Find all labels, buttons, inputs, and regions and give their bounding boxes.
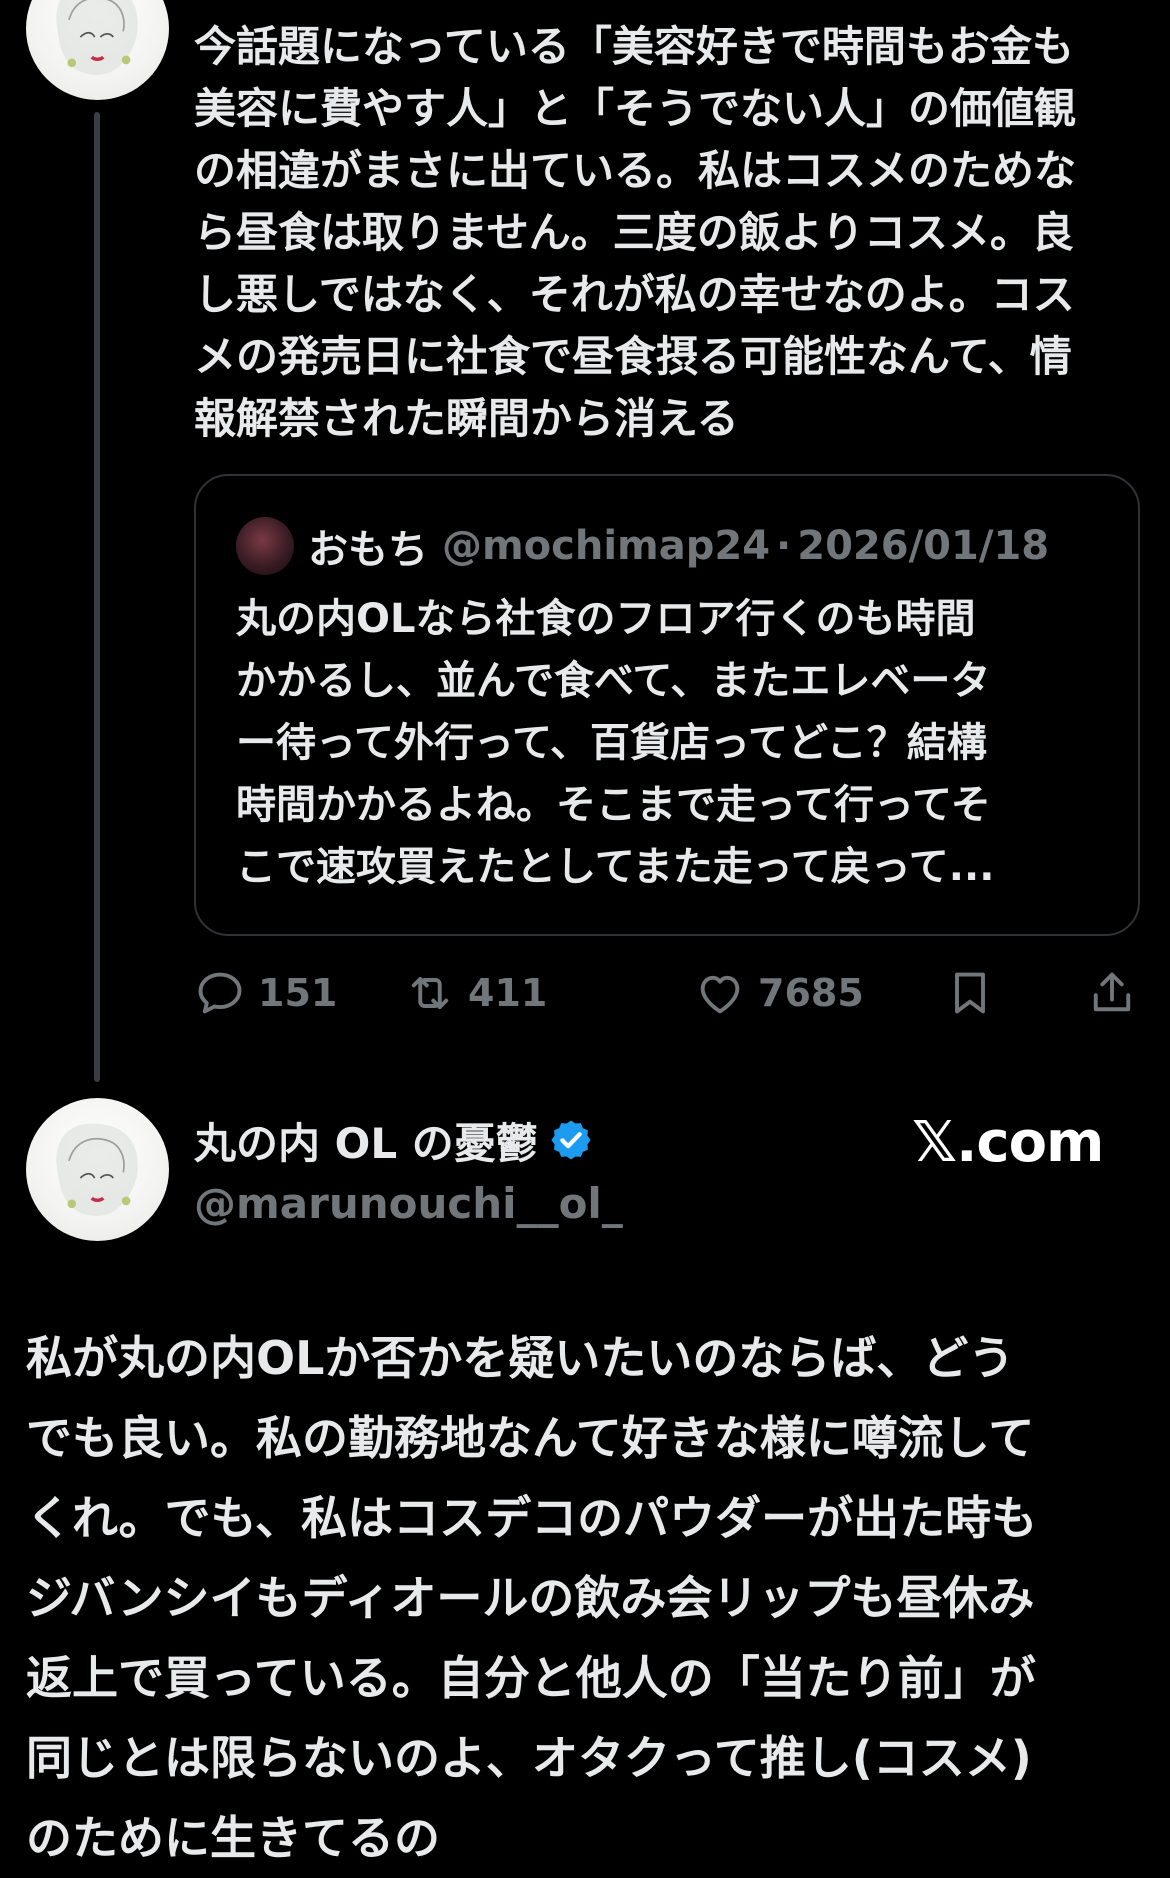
quoted-tweet-text: 丸の内OLなら社食のフロア行くのも時間 かかるし、並んで食べて、またエレベータ … (236, 596, 995, 890)
tweet-body-text: 今話題になっている「美容好きで時間もお金も 美容に費やす人」と「そうでない人」の… (194, 22, 1077, 443)
heart-icon (700, 975, 740, 1014)
share-button[interactable] (1086, 962, 1150, 1024)
author-avatar[interactable] (26, 0, 169, 100)
quoted-author-handle[interactable]: @mochimap24 (442, 523, 770, 569)
site-watermark: 𝕏.com (912, 1110, 1104, 1175)
author-name[interactable]: 丸の内 OL の憂鬱 (194, 1110, 538, 1171)
quoted-author-name[interactable]: おもち (308, 517, 428, 575)
reply-button[interactable]: 151 (194, 962, 337, 1024)
share-upload-icon (1093, 972, 1131, 1012)
speech-bubble-icon (198, 972, 242, 1014)
bookmark-icon (955, 972, 985, 1014)
repost-button[interactable]: 411 (404, 962, 547, 1024)
author-handle[interactable]: @marunouchi__ol_ (194, 1172, 1094, 1236)
reply-count: 151 (258, 971, 338, 1015)
tweet-action-bar: 151 411 7685 (194, 962, 1140, 1024)
quoted-tweet-card[interactable]: おもち @mochimap24 · 2026/01/18 丸の内OLなら社食のフ… (194, 474, 1140, 936)
avatar-illustration-icon (56, 0, 138, 75)
quoted-author-avatar[interactable] (236, 517, 294, 575)
main-tweet-text: 私が丸の内OLか否かを疑いたいのならば、どう でも良い。私の勤務地なんて好きな様… (26, 1331, 1038, 1865)
quoted-tweet-date[interactable]: 2026/01/18 (797, 523, 1049, 569)
like-count: 7685 (758, 971, 864, 1015)
bookmark-button[interactable] (944, 962, 1008, 1024)
like-button[interactable]: 7685 (694, 962, 864, 1024)
repost-count: 411 (468, 971, 548, 1015)
quoted-tweet-header: おもち @mochimap24 · 2026/01/18 (236, 514, 1049, 578)
avatar-illustration-icon (56, 1123, 138, 1216)
separator-dot: · (776, 523, 792, 569)
repost-arrows-icon (411, 976, 449, 1010)
thread-connector-line (94, 112, 100, 1082)
verified-badge-icon (551, 1120, 591, 1160)
author-avatar[interactable] (26, 1098, 169, 1241)
